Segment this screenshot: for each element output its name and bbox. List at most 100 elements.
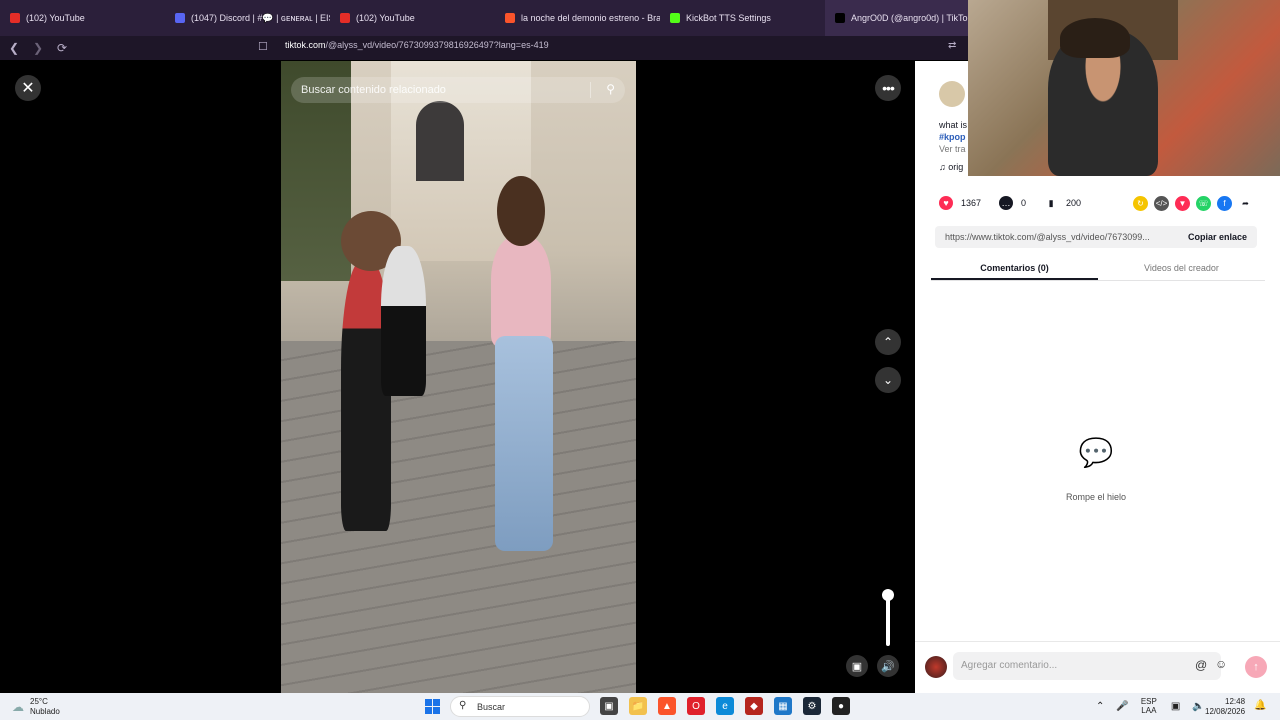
- tab-label: KickBot TTS Settings: [686, 13, 771, 23]
- translate-icon[interactable]: ⇄: [948, 40, 956, 51]
- mini-player-icon[interactable]: ▣: [846, 655, 868, 677]
- app-icon[interactable]: ●: [832, 697, 850, 715]
- weather-temp: 25°C: [30, 697, 48, 706]
- translate-link[interactable]: Ver tra: [939, 143, 967, 155]
- language-indicator[interactable]: ESP LAA: [1141, 697, 1157, 715]
- video-person: [381, 246, 426, 396]
- tab-favicon-icon: [835, 13, 845, 23]
- back-icon[interactable]: ❮: [4, 38, 24, 58]
- speaker-icon[interactable]: 🔈: [1192, 701, 1204, 712]
- microphone-icon[interactable]: 🎤: [1116, 701, 1128, 712]
- previous-video-button[interactable]: ⌃: [875, 329, 901, 355]
- empty-comments-icon: 💬: [1078, 437, 1114, 468]
- mention-icon[interactable]: @: [1195, 658, 1207, 672]
- clock-date: 12/08/2026: [1205, 707, 1246, 716]
- volume-icon[interactable]: 🔊: [877, 655, 899, 677]
- browser-tab[interactable]: (102) YouTube: [330, 0, 495, 36]
- task-view-icon[interactable]: ▣: [600, 697, 618, 715]
- browser-tab[interactable]: (102) YouTube: [0, 0, 165, 36]
- close-button[interactable]: ✕: [15, 75, 41, 101]
- hashtag-link[interactable]: #kpop: [939, 131, 967, 143]
- comment-icon[interactable]: …: [999, 196, 1014, 210]
- browser-tab[interactable]: la noche del demonio estreno - Brav: [495, 0, 660, 36]
- system-tray: ⌃ 🎤 ESP LAA ▣ 🔈: [1096, 697, 1217, 715]
- cloud-icon: ☁: [12, 700, 24, 714]
- share-link-box: https://www.tiktok.com/@alyss_vd/video/7…: [935, 226, 1257, 248]
- video-bg-window: [416, 101, 464, 181]
- more-options-button[interactable]: •••: [875, 75, 901, 101]
- video-bg-ground: [281, 341, 636, 693]
- tab-favicon-icon: [340, 13, 350, 23]
- share-arrow-icon[interactable]: ➦: [1238, 196, 1253, 211]
- whatsapp-icon[interactable]: ☏: [1196, 196, 1211, 211]
- file-explorer-icon[interactable]: 📁: [629, 697, 647, 715]
- tab-favicon-icon: [505, 13, 515, 23]
- browser-tab[interactable]: (1047) Discord | #💬 | ɢᴇɴᴇʀᴀʟ | EIS: [165, 0, 330, 36]
- language-code: ESP: [1140, 697, 1157, 706]
- repost-icon[interactable]: ↻: [1133, 196, 1148, 211]
- video-person: [495, 336, 553, 551]
- edge-icon[interactable]: e: [716, 697, 734, 715]
- store-icon[interactable]: ▦: [774, 697, 792, 715]
- share-icons: ↻ </> ▼ ☏ f ➦: [1133, 196, 1259, 211]
- tab-label: (102) YouTube: [26, 13, 85, 23]
- url-host: tiktok.com: [285, 40, 326, 50]
- comment-tabs: Comentarios (0) Videos del creador: [931, 257, 1265, 281]
- share-link[interactable]: https://www.tiktok.com/@alyss_vd/video/7…: [945, 232, 1150, 242]
- comment-input[interactable]: Agregar comentario...: [953, 652, 1221, 680]
- video-person: [497, 176, 545, 246]
- tab-label: (1047) Discord | #💬 | ɢᴇɴᴇʀᴀʟ | EIS: [191, 12, 330, 23]
- related-search[interactable]: Buscar contenido relacionado ⚲: [291, 77, 625, 103]
- clock[interactable]: 12:48 12/08/2026: [1205, 697, 1245, 717]
- url-field[interactable]: tiktok.com/@alyss_vd/video/7673099379816…: [285, 40, 549, 50]
- taskbar-apps: ▣ 📁 ▲ O e ◆ ▦ ⚙ ●: [600, 697, 861, 715]
- bookmark-icon[interactable]: ☐: [258, 40, 272, 54]
- tab-favicon-icon: [10, 13, 20, 23]
- tab-label: la noche del demonio estreno - Brav: [521, 13, 660, 23]
- tab-comments[interactable]: Comentarios (0): [931, 257, 1098, 280]
- weather-desc: Nublado: [30, 707, 60, 716]
- brave-icon[interactable]: ▲: [658, 697, 676, 715]
- video-player[interactable]: Buscar contenido relacionado ⚲: [281, 61, 636, 693]
- dota-icon[interactable]: ◆: [745, 697, 763, 715]
- notification-icon[interactable]: 🔔: [1254, 700, 1266, 711]
- bookmark-save-icon[interactable]: ▮: [1044, 196, 1059, 210]
- send-icon[interactable]: ▼: [1175, 196, 1190, 211]
- browser-tab[interactable]: AngrO0D (@angro0d) | TikTo: [825, 0, 975, 36]
- browser-tab[interactable]: KickBot TTS Settings: [660, 0, 825, 36]
- network-icon[interactable]: ▣: [1171, 701, 1180, 712]
- heart-icon[interactable]: ♥: [939, 196, 953, 210]
- send-comment-button[interactable]: ↑: [1245, 656, 1267, 678]
- embed-icon[interactable]: </>: [1154, 196, 1169, 211]
- tab-label: (102) YouTube: [356, 13, 415, 23]
- url-path: /@alyss_vd/video/7673099379816926497?lan…: [325, 40, 549, 50]
- next-video-button[interactable]: ⌄: [875, 367, 901, 393]
- creator-avatar[interactable]: [939, 81, 965, 107]
- start-button[interactable]: [425, 699, 440, 714]
- tab-creator-videos[interactable]: Videos del creador: [1098, 257, 1265, 280]
- forward-icon[interactable]: ❯: [28, 38, 48, 58]
- opera-icon[interactable]: O: [687, 697, 705, 715]
- taskbar-search-label: Buscar: [477, 702, 506, 712]
- sound-link[interactable]: ♫ orig: [939, 161, 967, 173]
- webcam-person-hair: [1060, 18, 1130, 58]
- chevron-up-icon[interactable]: ⌃: [1096, 701, 1104, 712]
- reload-icon[interactable]: ⟳: [52, 38, 72, 58]
- clock-time: 12:48: [1225, 697, 1246, 706]
- search-icon[interactable]: ⚲: [606, 82, 615, 96]
- user-avatar[interactable]: [925, 656, 947, 678]
- volume-knob[interactable]: [882, 589, 894, 601]
- weather-widget[interactable]: ☁ 25°C Nublado: [12, 697, 60, 717]
- webcam-overlay: [968, 0, 1280, 176]
- facebook-icon[interactable]: f: [1217, 196, 1232, 211]
- emoji-icon[interactable]: ☺: [1215, 657, 1227, 671]
- tab-label: AngrO0D (@angro0d) | TikTo: [851, 13, 968, 23]
- empty-comments-text: Rompe el hielo: [1065, 492, 1127, 502]
- taskbar-search[interactable]: ⚲ Buscar: [450, 696, 590, 717]
- copy-link-button[interactable]: Copiar enlace: [1188, 232, 1247, 242]
- video-stage: Buscar contenido relacionado ⚲ ✕ ••• ⌃ ⌄…: [0, 61, 915, 693]
- comments-count: 0: [1021, 198, 1027, 208]
- saves-count: 200: [1066, 198, 1082, 208]
- steam-icon[interactable]: ⚙: [803, 697, 821, 715]
- keyboard-layout: LAA: [1141, 706, 1157, 715]
